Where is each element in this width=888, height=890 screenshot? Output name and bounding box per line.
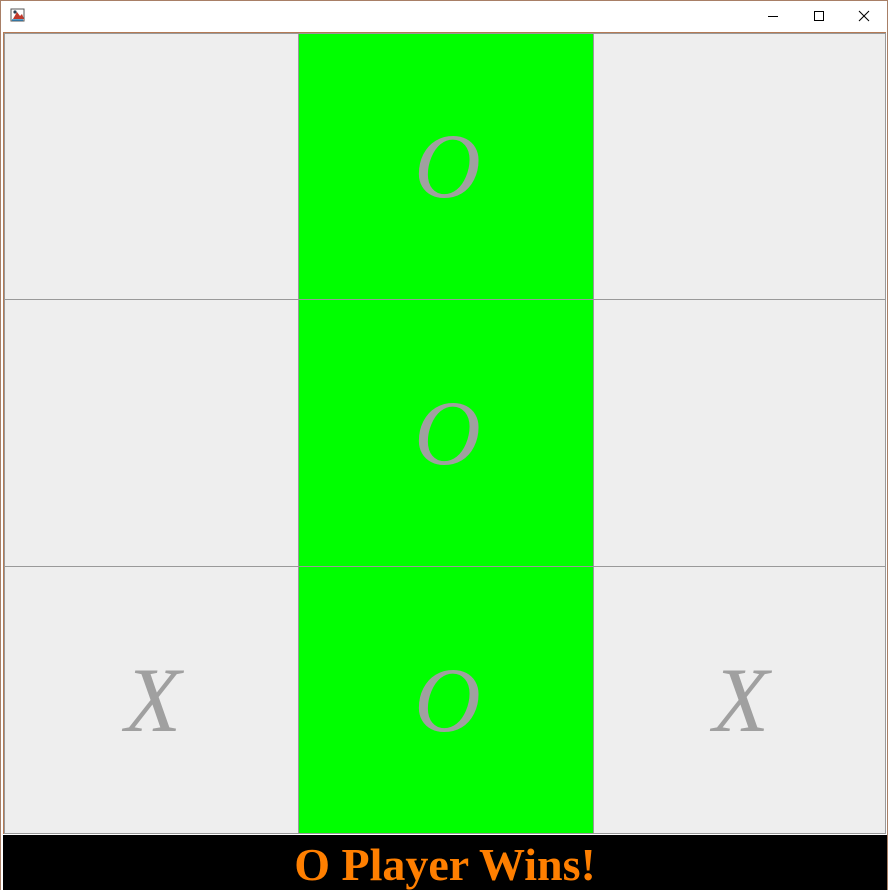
close-icon bbox=[858, 10, 870, 22]
maximize-icon bbox=[814, 11, 824, 21]
board-cell-r3-c3[interactable]: X bbox=[592, 565, 886, 834]
board-cell-r3-c2[interactable]: O bbox=[297, 565, 594, 834]
cell-mark: X bbox=[124, 648, 182, 751]
maximize-button[interactable] bbox=[796, 1, 842, 31]
board-cell-r2-c2[interactable]: O bbox=[297, 298, 594, 567]
cell-mark: X bbox=[712, 648, 770, 751]
cell-mark: O bbox=[414, 115, 481, 217]
board-cell-r2-c1[interactable] bbox=[3, 298, 299, 567]
tic-tac-toe-board: O O X O X bbox=[3, 32, 886, 834]
cell-mark: O bbox=[414, 648, 481, 751]
title-bar[interactable] bbox=[1, 1, 887, 31]
board-cell-r1-c1[interactable] bbox=[3, 32, 299, 300]
board-cell-r1-c3[interactable] bbox=[592, 32, 886, 300]
minimize-button[interactable] bbox=[750, 1, 796, 31]
board-cell-r1-c2[interactable]: O bbox=[297, 32, 594, 300]
board-cell-r3-c1[interactable]: X bbox=[3, 565, 299, 834]
cell-mark: O bbox=[414, 381, 481, 484]
status-message: O Player Wins! bbox=[294, 839, 596, 890]
minimize-icon bbox=[768, 16, 778, 17]
board-cell-r2-c3[interactable] bbox=[592, 298, 886, 567]
app-window: O O X O X O Player Wins! bbox=[0, 0, 888, 890]
java-app-icon bbox=[10, 8, 25, 22]
status-bar: O Player Wins! bbox=[3, 835, 887, 890]
close-button[interactable] bbox=[841, 1, 887, 31]
